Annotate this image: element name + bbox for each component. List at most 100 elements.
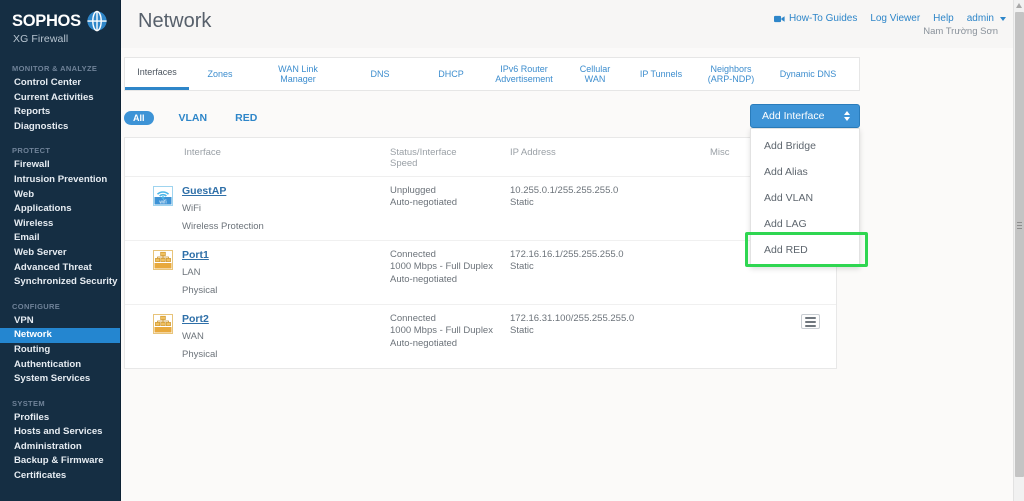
interface-kind: Physical <box>182 285 218 296</box>
sidebar-item-hosts-and-services[interactable]: Hosts and Services <box>0 425 120 440</box>
sidebar-item-reports[interactable]: Reports <box>0 105 120 120</box>
tab-zones[interactable]: Zones <box>189 58 251 90</box>
sophos-firewall-admin-window: SOPHOS XG Firewall MONITOR & ANALYZE Con… <box>0 0 1024 501</box>
cell-status: Connected 1000 Mbps - Full Duplex Auto-n… <box>390 313 510 362</box>
sidebar-item-profiles[interactable]: Profiles <box>0 411 120 426</box>
log-viewer-link[interactable]: Log Viewer <box>870 13 920 24</box>
interface-name-link[interactable]: GuestAP <box>182 185 264 198</box>
sidebar-item-control-center[interactable]: Control Center <box>0 76 120 91</box>
add-interface-label: Add Interface <box>762 110 825 122</box>
sidebar-item-certificates[interactable]: Certificates <box>0 469 120 484</box>
sidebar-item-network[interactable]: Network <box>0 328 120 343</box>
scroll-up-arrow-icon[interactable] <box>1016 3 1022 8</box>
ip-address-text: 10.255.0.1/255.255.255.0 <box>510 185 619 196</box>
top-bar: Network How-To Guides Log Viewer Help ad… <box>121 0 1024 48</box>
status-text: Unplugged <box>390 185 436 196</box>
nav-group-title: CONFIGURE <box>12 301 61 311</box>
sidebar-item-authentication[interactable]: Authentication <box>0 358 120 373</box>
interface-info: Port2 WAN Physical <box>182 313 217 362</box>
table-row[interactable]: wifi GuestAP WiFi Wireless Protection Un… <box>125 177 836 241</box>
sidebar-item-backup-firmware[interactable]: Backup & Firmware <box>0 454 120 469</box>
tab-interfaces[interactable]: Interfaces <box>125 58 189 90</box>
tab-ipv6-router-advertisement[interactable]: IPv6 Router Advertisement <box>487 58 561 90</box>
cell-interface: Port2 WAN Physical <box>125 313 390 362</box>
tab-cellular-wan[interactable]: Cellular WAN <box>561 58 629 90</box>
row-menu-icon[interactable] <box>801 314 820 329</box>
column-header-status-line2: Speed <box>390 158 418 169</box>
top-right-area: How-To Guides Log Viewer Help admin Nam … <box>773 8 1006 37</box>
menu-item-add-bridge[interactable]: Add Bridge <box>751 133 859 159</box>
video-icon <box>773 15 785 23</box>
filter-chip-red[interactable]: RED <box>232 110 260 126</box>
tab-dhcp[interactable]: DHCP <box>415 58 487 90</box>
sidebar: SOPHOS XG Firewall MONITOR & ANALYZE Con… <box>0 0 120 501</box>
interface-kind: Wireless Protection <box>182 221 264 232</box>
ip-address-text: 172.16.31.100/255.255.255.0 <box>510 313 635 324</box>
sidebar-item-applications[interactable]: Applications <box>0 202 120 217</box>
table-row[interactable]: Port1 LAN Physical Connected 1000 Mbps -… <box>125 241 836 305</box>
table-row[interactable]: Port2 WAN Physical Connected 1000 Mbps -… <box>125 305 836 368</box>
sidebar-item-system-services[interactable]: System Services <box>0 372 120 387</box>
status-text: Connected <box>390 313 436 324</box>
tab-wan-link-manager[interactable]: WAN Link Manager <box>251 58 345 90</box>
sidebar-item-intrusion-prevention[interactable]: Intrusion Prevention <box>0 173 120 188</box>
globe-icon <box>86 10 108 32</box>
filter-chip-all[interactable]: All <box>124 111 154 125</box>
negotiation-text: Auto-negotiated <box>390 337 458 349</box>
add-interface-button[interactable]: Add Interface <box>750 104 860 128</box>
sidebar-item-administration[interactable]: Administration <box>0 440 120 455</box>
menu-item-add-lag[interactable]: Add LAG <box>751 211 859 237</box>
brand-header: SOPHOS XG Firewall <box>0 0 120 47</box>
scrollbar-thumb[interactable] <box>1015 12 1024 477</box>
how-to-guides-link[interactable]: How-To Guides <box>773 13 857 24</box>
interface-type: WiFi <box>182 203 201 214</box>
svg-text:wifi: wifi <box>159 199 166 205</box>
cell-ip-address: 172.16.16.1/255.255.255.0 Static <box>510 249 710 298</box>
sidebar-item-routing[interactable]: Routing <box>0 343 120 358</box>
tab-dns[interactable]: DNS <box>345 58 415 90</box>
ethernet-interface-icon <box>153 314 173 334</box>
nav-group-title: PROTECT <box>12 146 51 156</box>
nav-group-system: SYSTEM Profiles Hosts and Services Admin… <box>0 399 120 484</box>
interface-name-link[interactable]: Port2 <box>182 313 217 326</box>
help-link[interactable]: Help <box>933 13 954 24</box>
ip-address-text: 172.16.16.1/255.255.255.0 <box>510 249 624 260</box>
sidebar-item-wireless[interactable]: Wireless <box>0 217 120 232</box>
nav-group-monitor: MONITOR & ANALYZE Control Center Current… <box>0 64 120 134</box>
account-label: admin <box>966 13 994 24</box>
sidebar-item-firewall[interactable]: Firewall <box>0 158 120 173</box>
cell-status: Unplugged Auto-negotiated <box>390 185 510 234</box>
menu-item-add-vlan[interactable]: Add VLAN <box>751 185 859 211</box>
sidebar-item-current-activities[interactable]: Current Activities <box>0 91 120 106</box>
sidebar-item-web[interactable]: Web <box>0 188 120 203</box>
account-display-name: Nam Trường Sơn <box>923 26 998 37</box>
sidebar-item-advanced-threat[interactable]: Advanced Threat <box>0 261 120 276</box>
tab-neighbors-arp-ndp[interactable]: Neighbors (ARP-NDP) <box>693 58 769 90</box>
sidebar-item-web-server[interactable]: Web Server <box>0 246 120 261</box>
tab-dynamic-dns[interactable]: Dynamic DNS <box>769 58 847 90</box>
tab-ip-tunnels[interactable]: IP Tunnels <box>629 58 693 90</box>
column-header-status-line1: Status/Interface <box>390 147 457 158</box>
nav-group-title: MONITOR & ANALYZE <box>12 64 98 73</box>
sidebar-item-synchronized-security[interactable]: Synchronized Security <box>0 275 120 290</box>
page-scrollbar[interactable] <box>1013 0 1024 501</box>
interface-name-link[interactable]: Port1 <box>182 249 217 262</box>
sidebar-item-vpn[interactable]: VPN <box>0 314 120 329</box>
cell-interface: wifi GuestAP WiFi Wireless Protection <box>125 185 390 234</box>
interfaces-table: Interface Status/Interface Speed IP Addr… <box>124 137 837 369</box>
sidebar-item-email[interactable]: Email <box>0 231 120 246</box>
menu-item-add-red-label: Add RED <box>764 244 808 256</box>
top-links: How-To Guides Log Viewer Help admin <box>773 13 1006 24</box>
cell-interface: Port1 LAN Physical <box>125 249 390 298</box>
menu-item-add-red[interactable]: Add RED <box>745 232 868 267</box>
negotiation-text: Auto-negotiated <box>390 197 458 209</box>
tab-bar: Interfaces Zones WAN Link Manager DNS DH… <box>124 57 860 91</box>
filter-chip-vlan[interactable]: VLAN <box>176 110 211 126</box>
account-menu[interactable]: admin <box>967 13 1006 24</box>
add-interface-dropdown-menu[interactable]: Add Bridge Add Alias Add VLAN Add LAG Ad… <box>745 128 868 267</box>
table-header-row: Interface Status/Interface Speed IP Addr… <box>125 138 836 177</box>
interface-type: WAN <box>182 331 204 342</box>
sidebar-item-diagnostics[interactable]: Diagnostics <box>0 120 120 135</box>
interface-info: Port1 LAN Physical <box>182 249 217 298</box>
menu-item-add-alias[interactable]: Add Alias <box>751 159 859 185</box>
